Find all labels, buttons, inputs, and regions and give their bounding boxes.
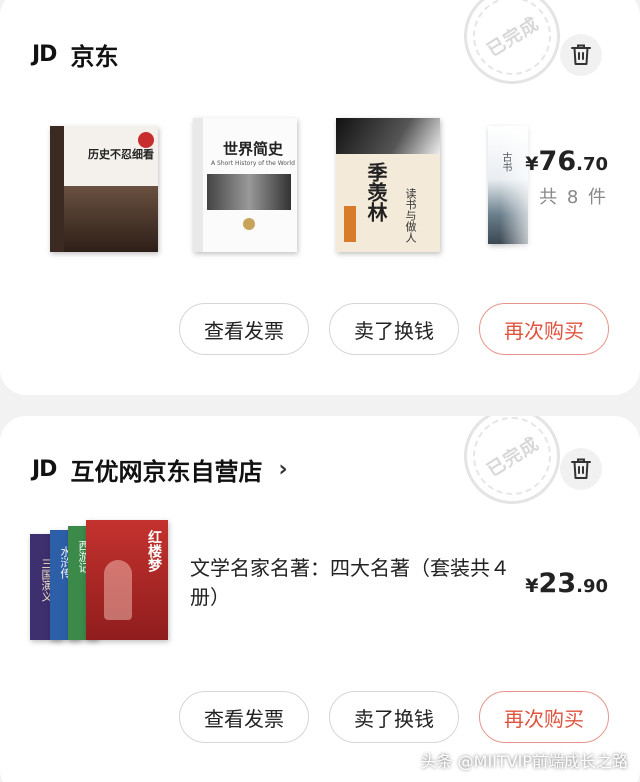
book-cover-2[interactable]: 世界简史 A Short History of the World [193,118,297,252]
completed-stamp: 已完成 [464,416,560,504]
order-card-1[interactable]: 已完成 JD 京东 历史不忍细看 世界简史 A Short History of… [0,0,640,395]
view-invoice-button[interactable]: 查看发票 [179,303,309,355]
book-cover-main: 红楼梦 [86,520,168,640]
watermark: 头条 @MIITVIP前端成长之路 [420,752,628,771]
book-cover-3[interactable]: 季羡林 读书与做人 [336,118,440,252]
item-count: 共 8 件 [539,187,608,208]
product-title[interactable]: 文学名家名著：四大名著（套装共４册） [190,554,520,612]
order-price: ¥76.70 共 8 件 [525,146,608,208]
delete-order-button[interactable] [560,34,602,76]
order-price: ¥23.90 [525,568,608,599]
buy-again-button[interactable]: 再次购买 [479,303,609,355]
sell-for-cash-button[interactable]: 卖了换钱 [329,303,459,355]
shop-header[interactable]: JD 互优网京东自营店 › [32,449,288,489]
buy-again-button[interactable]: 再次购买 [479,691,609,743]
trash-icon [571,44,591,65]
chevron-right-icon[interactable]: › [278,457,287,482]
jd-logo: JD [32,456,57,482]
shop-name[interactable]: 京东 [70,37,118,72]
order-card-2[interactable]: 已完成 JD 互优网京东自营店 › 三国演义 水浒传 西游记 红楼梦 文学名家名… [0,416,640,782]
book-cover-1[interactable]: 历史不忍细看 [50,126,158,252]
sell-for-cash-button[interactable]: 卖了换钱 [329,691,459,743]
shop-name[interactable]: 互优网京东自营店 [70,452,262,487]
delete-order-button[interactable] [560,448,602,490]
jd-logo: JD [32,41,57,67]
product-image[interactable]: 三国演义 水浒传 西游记 红楼梦 [30,520,170,640]
trash-icon [571,458,591,479]
view-invoice-button[interactable]: 查看发票 [179,691,309,743]
shop-header[interactable]: JD 京东 [32,34,118,74]
completed-stamp: 已完成 [464,0,560,84]
